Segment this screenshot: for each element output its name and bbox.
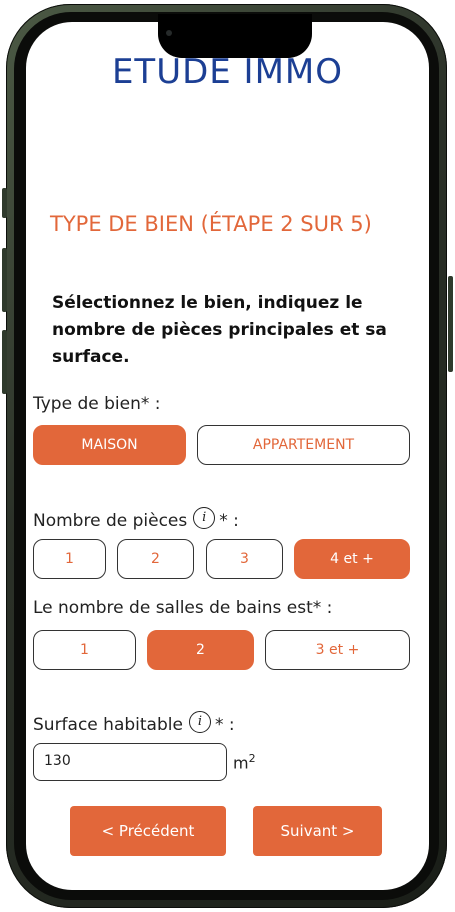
surface-unit: m2 [233,752,256,772]
rooms-option-1[interactable]: 1 [33,539,106,579]
bathrooms-option-2[interactable]: 2 [147,630,254,670]
rooms-option-2[interactable]: 2 [117,539,194,579]
surface-unit-base: m [233,753,249,773]
bathrooms-option-1[interactable]: 1 [33,630,136,670]
phone-power-button [448,276,453,372]
rooms-label-text: Nombre de pièces [33,511,188,531]
surface-label: Surface habitable i * : [33,711,235,739]
next-button[interactable]: Suivant > [253,806,382,856]
step-instruction: Sélectionnez le bien, indiquez le nombre… [52,293,387,367]
phone-volume-up-button [2,248,7,312]
bathrooms-label: Le nombre de salles de bains est* : [33,598,333,618]
step-title: TYPE DE BIEN (ÉTAPE 2 SUR 5) [50,212,372,236]
rooms-option-4-plus[interactable]: 4 et + [294,539,410,579]
previous-button[interactable]: < Précédent [70,806,226,856]
info-icon[interactable]: i [193,507,216,529]
rooms-label: Nombre de pièces i * : [33,507,239,535]
phone-side-button [2,188,7,218]
property-type-option-appartement[interactable]: APPARTEMENT [197,425,410,465]
property-type-option-maison[interactable]: MAISON [33,425,186,465]
brand-logo: ETUDE IMMO [111,52,344,92]
surface-label-suffix: * : [214,715,235,735]
surface-input[interactable]: 130 [33,743,227,781]
camera-icon [166,30,172,36]
property-type-label: Type de bien* : [33,394,161,414]
surface-unit-exponent: 2 [248,752,256,765]
surface-label-text: Surface habitable [33,715,183,735]
rooms-option-3[interactable]: 3 [206,539,283,579]
rooms-label-suffix: * : [219,511,239,531]
info-icon[interactable]: i [188,711,211,733]
phone-volume-down-button [2,330,7,394]
bathrooms-option-3-plus[interactable]: 3 et + [265,630,410,670]
